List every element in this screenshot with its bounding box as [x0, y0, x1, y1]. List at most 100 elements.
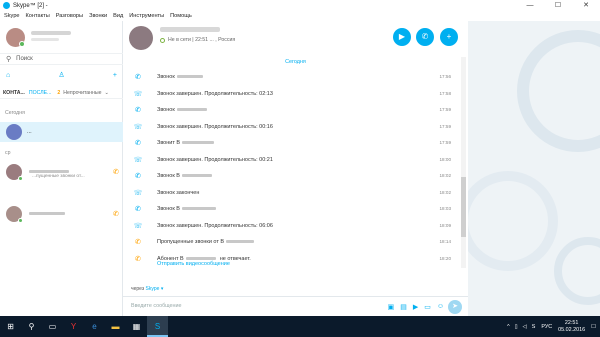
- call-end-icon: ☏: [133, 90, 143, 98]
- call-event-text: Звонок В: [157, 205, 180, 212]
- call-event: ☏ Звонок завершен. Продолжительность: 06…: [131, 220, 461, 231]
- chat-scrollbar[interactable]: [461, 57, 466, 268]
- add-people-button[interactable]: +: [440, 28, 458, 46]
- clock-time: 22:51: [564, 319, 579, 326]
- avatar: [6, 206, 23, 223]
- add-icon[interactable]: +: [113, 72, 117, 79]
- search-icon[interactable]: ⚲: [21, 316, 42, 337]
- message-time: 18:02: [439, 173, 452, 178]
- contact-name-redacted: [27, 211, 65, 217]
- maximize-button[interactable]: ☐: [544, 0, 572, 11]
- call-event-text: Звонок В: [157, 172, 180, 179]
- call-event: ☏ Звонок завершен. Продолжительность: 00…: [131, 121, 461, 132]
- windows-taskbar: ⊞ ⚲ ▭ Y e ▬ ▦ S ^ ▯ ◁ S РУС 22:51 05.02.…: [0, 316, 600, 337]
- emoticon-icon[interactable]: ☺: [437, 303, 444, 311]
- menu-bar: Skype Контакты Разговоры Звонки Вид Инст…: [0, 11, 600, 21]
- tab-contacts[interactable]: КОНТА...: [3, 90, 25, 96]
- day-separator: Сегодня: [285, 59, 306, 65]
- call-event-text: Звонок завершен. Продолжительность: 02:1…: [157, 90, 273, 97]
- menu-item-calls[interactable]: Звонки: [89, 13, 107, 19]
- menu-item-conversations[interactable]: Разговоры: [56, 13, 83, 19]
- message-input[interactable]: Введите сообщение: [131, 303, 182, 309]
- edge-browser-icon[interactable]: e: [84, 316, 105, 337]
- file-icon[interactable]: ▤: [400, 303, 407, 311]
- online-status-icon: [19, 41, 25, 47]
- via-label: через: [131, 286, 145, 292]
- contact-name: ...: [27, 129, 32, 135]
- volume-icon[interactable]: ◁: [523, 324, 527, 330]
- call-event-text: Звонок завершен. Продолжительность: 00:2…: [157, 156, 273, 163]
- clock[interactable]: 22:51 05.02.2016: [558, 320, 585, 334]
- call-event-text: Пропущенные звонки от В: [157, 238, 225, 245]
- call-event: ☏ Звонок завершен. Продолжительность: 02…: [131, 88, 461, 99]
- send-video-message-link[interactable]: Отправить видеосообщение: [157, 261, 230, 267]
- store-icon[interactable]: ▦: [126, 316, 147, 337]
- call-event: ✆ Звонок 17:59: [131, 104, 461, 115]
- avatar: [6, 164, 23, 181]
- scrollbar-thumb[interactable]: [461, 177, 466, 237]
- yandex-browser-icon[interactable]: Y: [63, 316, 84, 337]
- message-compose-bar: Введите сообщение ▣ ▤ ▶ ▭ ☺ ➤: [123, 296, 468, 316]
- message-time: 18:03: [439, 206, 452, 211]
- bot-icon[interactable]: ♙: [58, 71, 64, 79]
- online-status-icon: [18, 176, 23, 181]
- call-event: ✆ Звонок В 18:03: [131, 203, 461, 214]
- call-event-text: Звонит В: [157, 139, 181, 146]
- audio-call-button[interactable]: ✆: [416, 28, 434, 46]
- call-icon: ✆: [135, 73, 141, 81]
- contact-card-icon[interactable]: ▭: [424, 303, 431, 311]
- start-button[interactable]: ⊞: [0, 316, 21, 337]
- call-event: ✆ Пропущенные звонки от В 18:14: [131, 236, 461, 247]
- image-icon[interactable]: ▣: [388, 303, 395, 311]
- unread-filter-dropdown[interactable]: Непрочитанные: [63, 90, 101, 96]
- menu-item-view[interactable]: Вид: [113, 13, 123, 19]
- chevron-down-icon[interactable]: ⌄: [105, 90, 109, 96]
- send-button[interactable]: ➤: [448, 300, 462, 314]
- avatar[interactable]: [129, 26, 153, 50]
- clock-date: 05.02.2016: [558, 326, 586, 333]
- message-time: 17:59: [439, 124, 452, 129]
- send-via-selector[interactable]: через Skype ▾: [131, 286, 163, 292]
- skype-taskbar-icon[interactable]: S: [147, 316, 168, 337]
- contact-list-item[interactable]: ...: [0, 122, 123, 142]
- call-event-text: Звонок: [157, 73, 175, 80]
- call-event-text: Звонок: [157, 106, 175, 113]
- call-end-icon: ☏: [133, 189, 143, 197]
- section-label-wednesday: ср: [5, 150, 11, 156]
- menu-item-contacts[interactable]: Контакты: [26, 13, 50, 19]
- task-view-icon[interactable]: ▭: [42, 316, 63, 337]
- network-icon[interactable]: ▯: [515, 324, 518, 330]
- language-indicator[interactable]: РУС: [541, 324, 552, 330]
- profile-mood-redacted: [31, 38, 59, 41]
- call-end-icon: ☏: [133, 222, 143, 230]
- tray-chevron-icon[interactable]: ^: [507, 324, 510, 330]
- close-button[interactable]: ✕: [572, 0, 600, 11]
- section-label-today: Сегодня: [5, 110, 25, 116]
- call-end-icon: ☏: [133, 156, 143, 164]
- call-event: ✆ Звонок 17:56: [131, 71, 461, 82]
- call-event: ☏ Звонок завершен. Продолжительность: 00…: [131, 154, 461, 165]
- call-event-text: Звонок завершен. Продолжительность: 06:0…: [157, 222, 273, 229]
- status-text: Не в сети | 22:51 ... , Россия: [168, 37, 236, 43]
- home-icon[interactable]: ⌂: [6, 72, 10, 79]
- search-box[interactable]: ⚲ Поиск: [0, 53, 123, 65]
- via-service-dropdown[interactable]: Skype ▾: [146, 286, 164, 292]
- file-explorer-icon[interactable]: ▬: [105, 316, 126, 337]
- notifications-icon[interactable]: ☐: [591, 324, 596, 330]
- window-controls: — ☐ ✕: [516, 0, 600, 11]
- menu-item-tools[interactable]: Инструменты: [129, 13, 164, 19]
- contact-list-item[interactable]: ...пущенные звонки от... ✆: [0, 162, 123, 182]
- contact-list-item[interactable]: ✆: [0, 204, 123, 224]
- call-event: ✆ Звонит В 17:59: [131, 137, 461, 148]
- minimize-button[interactable]: —: [516, 0, 544, 11]
- tab-recent[interactable]: ПОСЛЕ...: [29, 90, 52, 96]
- skype-tray-icon[interactable]: S: [532, 324, 536, 330]
- menu-item-help[interactable]: Помощь: [170, 13, 192, 19]
- avatar: [6, 124, 22, 140]
- menu-item-skype[interactable]: Skype: [4, 13, 20, 19]
- video-message-icon[interactable]: ▶: [413, 303, 418, 311]
- message-time: 18:20: [439, 256, 452, 261]
- message-time: 17:59: [439, 140, 452, 145]
- video-call-button[interactable]: ▶: [393, 28, 411, 46]
- call-event-text: Звонок закончен: [157, 189, 200, 196]
